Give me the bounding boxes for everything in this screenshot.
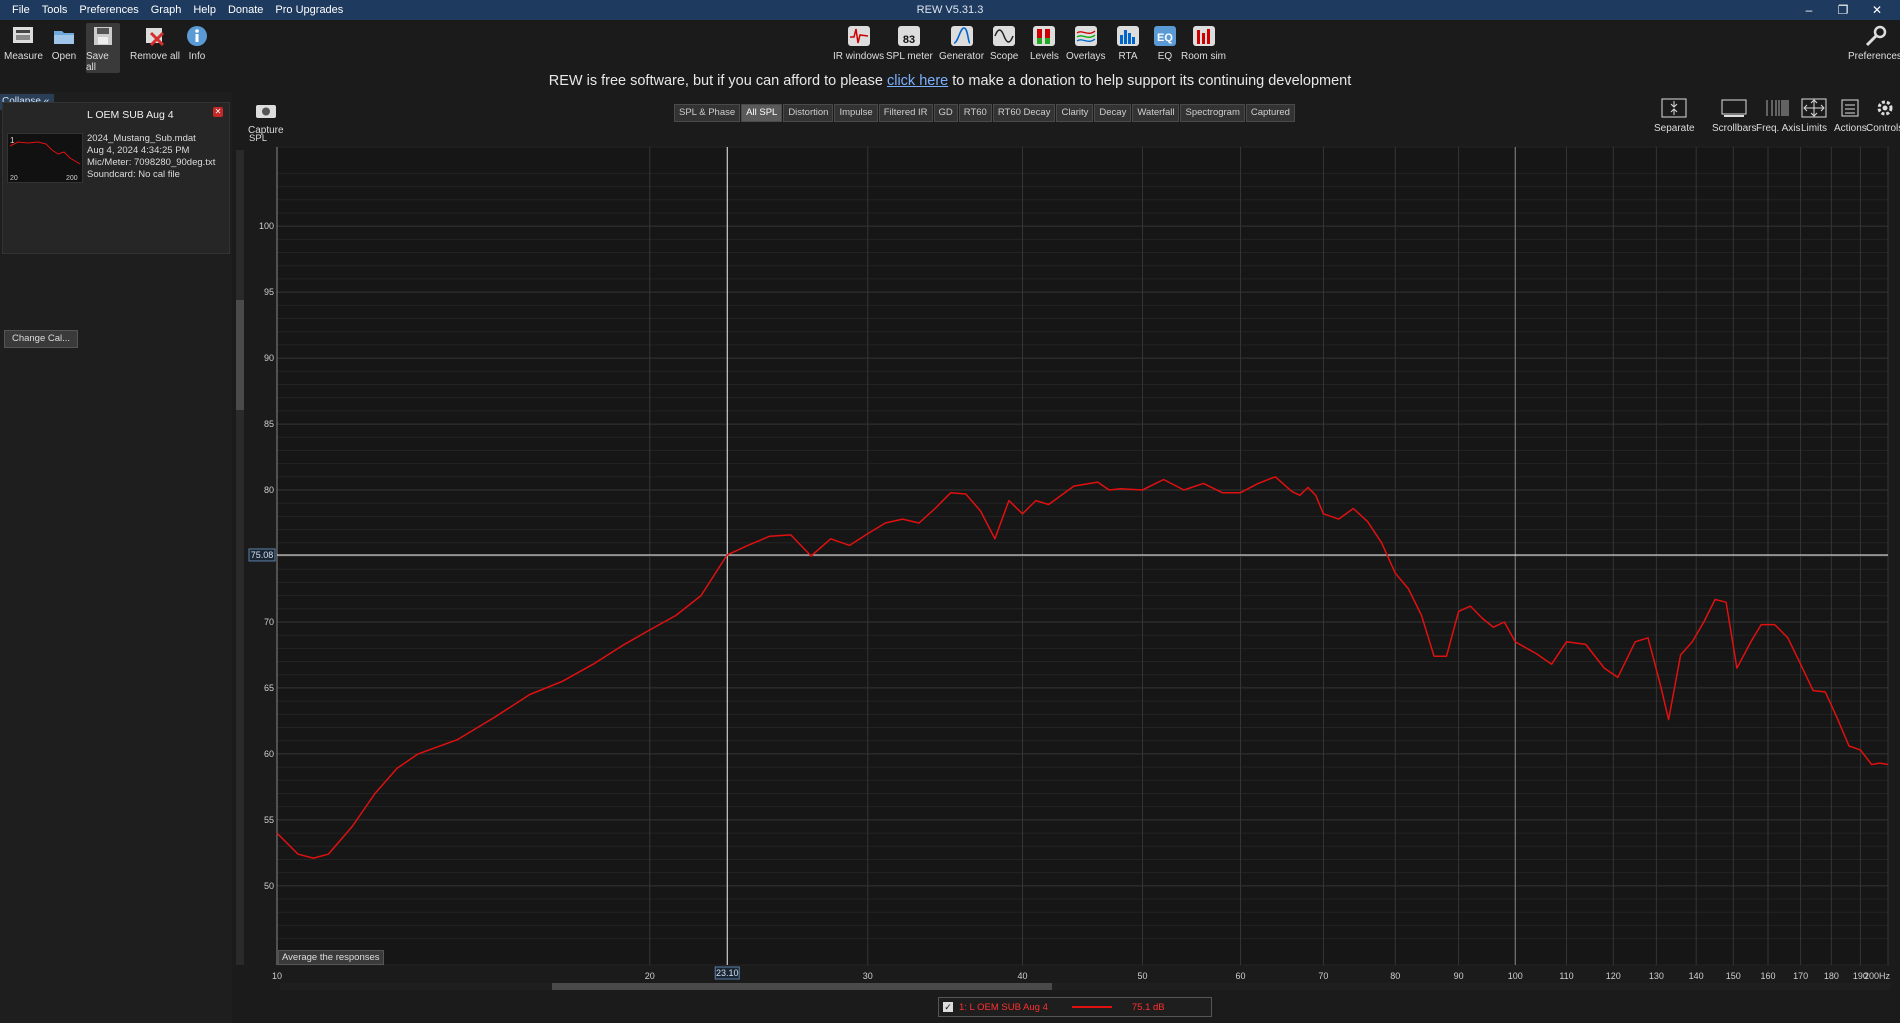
x-tick-label: 200Hz [1864,971,1891,981]
y-tick-label: 90 [264,353,274,363]
cursor-x-label: 23.10 [716,968,739,978]
x-tick-label: 20 [645,971,655,981]
x-tick-label: 60 [1236,971,1246,981]
y-tick-label: 80 [264,485,274,495]
y-tick-label: 50 [264,881,274,891]
y-tick-label: 60 [264,749,274,759]
x-tick-label: 150 [1726,971,1741,981]
y-tick-label: 65 [264,683,274,693]
horizontal-scrollbar-thumb[interactable] [552,983,1052,990]
y-tick-label: 85 [264,419,274,429]
spl-chart: 5055606570758085909510010203040506070809… [248,133,1891,981]
x-tick-label: 120 [1606,971,1621,981]
legend-swatch [1071,1006,1112,1008]
y-axis-label: SPL [249,133,267,144]
x-tick-label: 160 [1760,971,1775,981]
horizontal-scrollbar[interactable] [280,983,1890,990]
x-tick-label: 110 [1559,971,1573,981]
cursor-y-label: 75.08 [251,550,274,560]
x-tick-label: 40 [1017,971,1027,981]
legend-value: 75.1 dB [1131,1001,1165,1013]
x-tick-label: 180 [1824,971,1839,981]
x-tick-label: 170 [1793,971,1808,981]
x-tick-label: 30 [863,971,873,981]
average-responses-button[interactable]: Average the responses [278,950,384,965]
x-tick-label: 140 [1689,971,1704,981]
x-tick-label: 130 [1649,971,1664,981]
x-tick-label: 90 [1454,971,1464,981]
y-tick-label: 100 [259,221,274,231]
x-tick-label: 50 [1137,971,1147,981]
y-tick-label: 55 [264,815,274,825]
x-tick-label: 100 [1508,971,1523,981]
x-tick-label: 10 [272,971,282,981]
y-tick-label: 95 [264,287,274,297]
legend-checkbox[interactable]: ✓ [943,1002,953,1012]
x-tick-label: 70 [1318,971,1328,981]
x-tick-label: 80 [1390,971,1400,981]
legend: ✓ 1: L OEM SUB Aug 4 75.1 dB [938,997,1212,1017]
legend-series-name: 1: L OEM SUB Aug 4 [959,1001,1048,1013]
y-tick-label: 70 [264,617,274,627]
